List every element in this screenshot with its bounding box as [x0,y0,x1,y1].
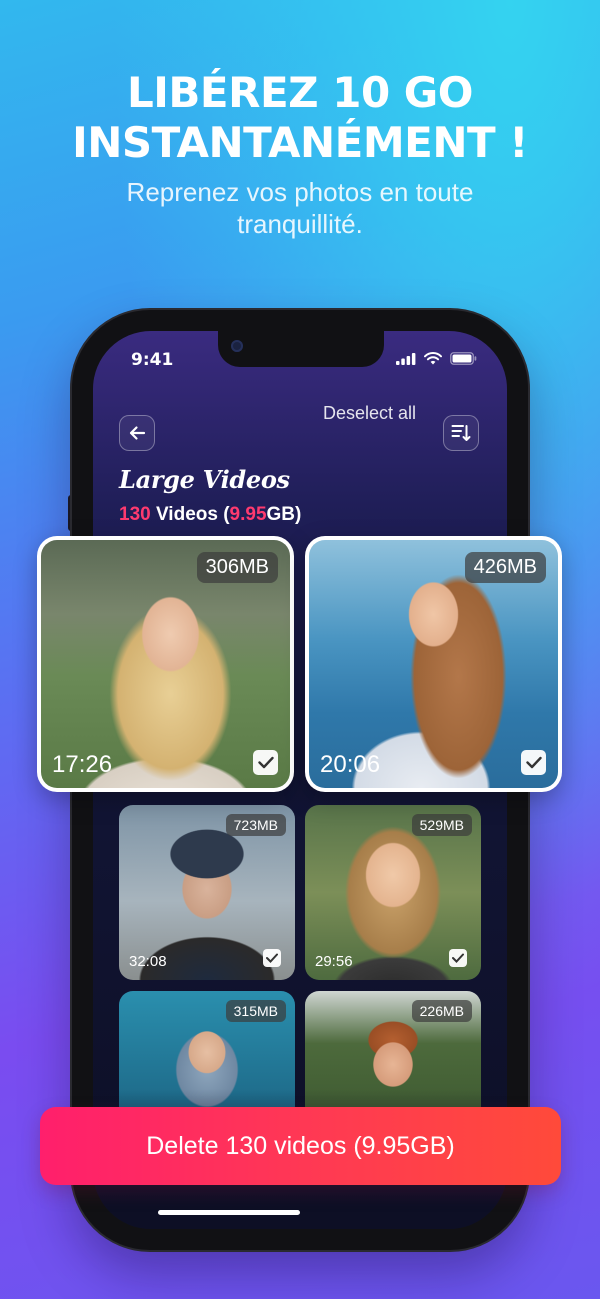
video-thumbnail-3[interactable]: 723MB 32:08 [119,805,295,980]
checkmark-icon [257,756,274,769]
video-duration: 29:56 [315,953,353,970]
sort-icon [451,425,471,441]
video-size-badge: 723MB [225,814,286,836]
video-card-featured-1[interactable]: 306MB 17:26 [37,536,294,792]
video-duration: 32:08 [129,953,167,970]
front-camera [231,340,243,352]
headline: LIBÉREZ 10 GO INSTANTANÉMENT ! [0,68,600,168]
video-duration: 17:26 [52,751,113,778]
checkmark-icon [452,953,464,963]
video-duration: 20:06 [320,751,381,778]
video-count-summary: 130 Videos (9.95GB) [119,504,301,526]
video-size-badge: 315MB [225,1000,286,1022]
home-indicator [158,1210,300,1215]
back-button[interactable] [119,415,155,451]
video-size-badge: 226MB [411,1000,472,1022]
battery-icon [450,352,477,365]
checkmark-icon [525,756,542,769]
video-thumbnail-1: 306MB 17:26 [41,540,290,788]
section-title: Large Videos [119,465,290,494]
arrow-left-icon [129,426,146,440]
total-size: 9.95 [229,504,267,525]
notch [218,331,384,367]
wifi-icon [424,352,442,365]
video-count-label: Videos ( [150,504,230,525]
video-size-badge: 529MB [411,814,472,836]
checkbox-checked[interactable] [521,750,546,775]
video-size-badge: 426MB [464,552,546,583]
subheadline-line-2: tranquillité. [237,209,363,239]
total-size-unit: GB) [266,504,302,525]
deselect-all-button[interactable]: Deselect all [323,403,416,424]
status-time: 9:41 [131,350,174,370]
delete-videos-button[interactable]: Delete 130 videos (9.95GB) [40,1107,561,1185]
headline-line-2: INSTANTANÉMENT ! [72,118,528,167]
checkbox-checked[interactable] [449,949,467,967]
checkmark-icon [266,953,278,963]
video-thumbnail-2: 426MB 20:06 [309,540,558,788]
video-size-badge: 306MB [196,552,278,583]
subheadline-line-1: Reprenez vos photos en toute [126,177,474,207]
video-count: 130 [119,504,151,525]
headline-line-1: LIBÉREZ 10 GO [127,68,473,117]
checkbox-checked[interactable] [263,949,281,967]
video-card-featured-2[interactable]: 426MB 20:06 [305,536,562,792]
subheadline: Reprenez vos photos en toute tranquillit… [40,176,560,240]
status-icons [396,352,477,365]
checkbox-checked[interactable] [253,750,278,775]
sort-button[interactable] [443,415,479,451]
video-thumbnail-4[interactable]: 529MB 29:56 [305,805,481,980]
signal-icon [396,352,416,365]
